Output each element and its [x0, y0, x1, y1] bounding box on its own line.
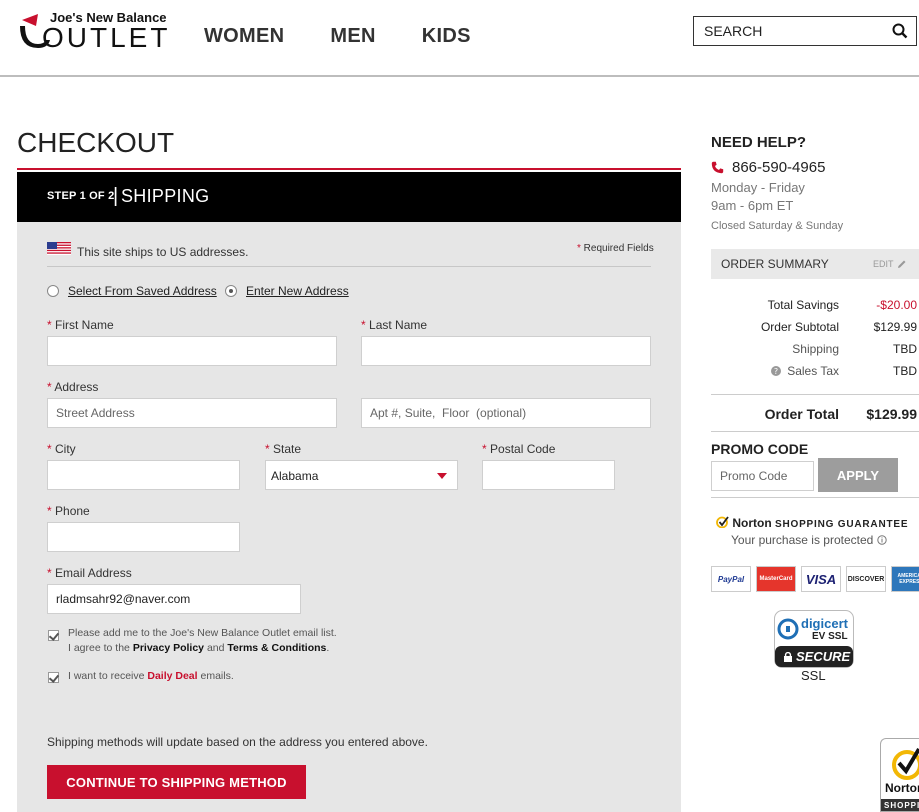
- step-indicator: STEP 1 OF 2: [47, 190, 115, 202]
- hours-days: Monday - Friday: [711, 180, 805, 195]
- promo-code-heading: PROMO CODE: [711, 441, 809, 457]
- form-divider: [47, 266, 651, 267]
- digicert-seal[interactable]: digicert EV SSL SECURE: [774, 610, 854, 668]
- shipping-form: This site ships to US addresses. * Requi…: [17, 222, 681, 812]
- norton-guarantee[interactable]: Norton SHOPPING GUARANTEE: [716, 516, 908, 530]
- daily-deal-optin-text: I want to receive Daily Deal emails.: [68, 670, 234, 682]
- state-select[interactable]: Alabama: [265, 460, 458, 490]
- order-summary-header: ORDER SUMMARY EDIT: [711, 249, 919, 279]
- step-title: SHIPPING: [121, 186, 210, 206]
- payment-cards: PayPal MasterCard VISA DISCOVER AMERICAN…: [711, 566, 919, 592]
- discover-icon: DISCOVER: [846, 566, 886, 592]
- help-phone[interactable]: 866-590-4965: [711, 159, 825, 176]
- us-flag-icon: [47, 242, 71, 255]
- hours-time: 9am - 6pm ET: [711, 198, 794, 213]
- last-name-input[interactable]: [361, 336, 651, 366]
- apt-suite-input[interactable]: [361, 398, 651, 428]
- title-divider: [17, 168, 681, 170]
- edit-cart-link[interactable]: EDIT: [873, 259, 907, 269]
- email-input[interactable]: [47, 584, 301, 614]
- summary-divider-bottom: [711, 431, 919, 432]
- nav-kids[interactable]: KIDS: [422, 25, 471, 48]
- help-icon[interactable]: ?: [771, 366, 782, 376]
- apply-promo-button[interactable]: APPLY: [818, 458, 898, 492]
- site-header: Joe's New Balance OUTLET WOMEN MEN KIDS: [0, 0, 919, 77]
- info-icon[interactable]: [876, 535, 887, 545]
- daily-deal-link[interactable]: Daily Deal: [147, 670, 197, 682]
- radio-new-address[interactable]: [225, 285, 237, 297]
- main-nav: WOMEN MEN KIDS: [204, 25, 471, 48]
- phone-number: 866-590-4965: [732, 159, 826, 176]
- search-icon[interactable]: [892, 23, 908, 39]
- visa-icon: VISA: [801, 566, 841, 592]
- mastercard-icon: MasterCard: [756, 566, 796, 592]
- email-list-checkbox[interactable]: [48, 630, 59, 641]
- caret-down-icon: [437, 473, 447, 479]
- daily-deal-checkbox[interactable]: [48, 672, 59, 683]
- phone-input[interactable]: [47, 522, 240, 552]
- email-label: * Email Address: [47, 566, 132, 580]
- lock-icon: [784, 651, 792, 662]
- postal-code-label: * Postal Code: [482, 442, 556, 456]
- postal-code-input[interactable]: [482, 460, 615, 490]
- order-summary-title: ORDER SUMMARY: [721, 257, 829, 271]
- city-label: * City: [47, 442, 76, 456]
- shipping-methods-note: Shipping methods will update based on th…: [47, 735, 428, 749]
- closed-note: Closed Saturday & Sunday: [711, 220, 844, 232]
- step-bar: STEP 1 OF 2 | SHIPPING: [17, 172, 681, 222]
- state-label: * State: [265, 442, 302, 456]
- promo-code-input[interactable]: [711, 461, 814, 491]
- required-fields-note: * Required Fields: [577, 243, 654, 254]
- address-label: * Address: [47, 380, 99, 394]
- terms-link[interactable]: Terms & Conditions: [227, 642, 326, 654]
- state-select-value: Alabama: [271, 469, 319, 483]
- privacy-policy-link[interactable]: Privacy Policy: [133, 642, 204, 654]
- logo-bottom-text: OUTLET: [42, 22, 171, 53]
- street-address-input[interactable]: [47, 398, 337, 428]
- nav-women[interactable]: WOMEN: [204, 25, 284, 48]
- search-box: [693, 16, 917, 46]
- radio-saved-address-label[interactable]: Select From Saved Address: [68, 284, 217, 298]
- page-title: CHECKOUT: [17, 127, 175, 158]
- ssl-label: SSL: [801, 668, 826, 683]
- first-name-label: * First Name: [47, 318, 114, 332]
- purchase-protected-note: Your purchase is protected: [731, 533, 887, 547]
- first-name-input[interactable]: [47, 336, 337, 366]
- norton-seal-badge[interactable]: Norton SHOPPI: [880, 738, 919, 812]
- amex-icon: AMERICAN EXPRESS: [891, 566, 919, 592]
- norton-check-icon: [716, 516, 729, 529]
- search-input[interactable]: [694, 17, 884, 45]
- radio-new-address-label[interactable]: Enter New Address: [246, 284, 349, 298]
- site-logo[interactable]: Joe's New Balance OUTLET: [16, 10, 176, 55]
- paypal-icon: PayPal: [711, 566, 751, 592]
- summary-divider: [711, 394, 919, 395]
- step-separator: |: [113, 185, 119, 207]
- norton-seal-icon: [892, 747, 919, 780]
- last-name-label: * Last Name: [361, 318, 428, 332]
- pencil-icon: [897, 260, 906, 268]
- nav-men[interactable]: MEN: [330, 25, 375, 48]
- phone-icon: [711, 161, 724, 174]
- promo-divider: [711, 497, 919, 498]
- city-input[interactable]: [47, 460, 240, 490]
- svg-text:?: ?: [774, 367, 778, 376]
- ships-us-note: This site ships to US addresses.: [77, 245, 249, 259]
- phone-label: * Phone: [47, 504, 90, 518]
- need-help-heading: NEED HELP?: [711, 134, 807, 151]
- continue-shipping-method-button[interactable]: CONTINUE TO SHIPPING METHOD: [47, 765, 306, 799]
- email-list-optin-text: Please add me to the Joe's New Balance O…: [68, 627, 337, 654]
- radio-saved-address[interactable]: [47, 285, 59, 297]
